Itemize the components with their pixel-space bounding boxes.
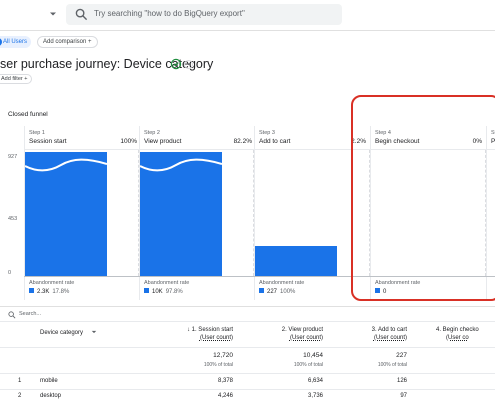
row-value-session-start: 4,246 (217, 393, 233, 399)
abandonment-rate: 17.8% (52, 289, 70, 295)
abandonment-label: Abandonment rate (259, 280, 305, 286)
column-title-text: 1. Session start (191, 327, 233, 333)
step-number: Step 3 (259, 130, 275, 136)
search-icon (75, 8, 88, 21)
funnel-step-1[interactable]: Step 1 Session start 100% Abandonment ra… (24, 126, 139, 300)
search-placeholder: Try searching "how to do BigQuery export… (94, 9, 245, 18)
add-comparison-label: Add comparison (43, 39, 87, 45)
plus-icon: + (88, 39, 92, 45)
step-name: Session start (29, 138, 67, 145)
y-tick-zero: 0 (8, 270, 12, 276)
top-bar: Try searching "how to do BigQuery export… (0, 0, 495, 30)
column-metric: (User count) (233, 334, 323, 342)
row-value-view-product: 3,736 (307, 393, 323, 399)
title-dropdown-button[interactable] (184, 60, 193, 69)
segment-chip-all-users[interactable]: All Users (0, 36, 32, 48)
step-percent: 82.2% (233, 138, 252, 145)
y-tick-mid: 453 (8, 216, 18, 222)
add-filter-label: Add filter (1, 76, 23, 82)
y-tick-max: 927 (8, 154, 18, 160)
table-search-input[interactable]: Search... (19, 311, 41, 317)
abandonment-rate: 100% (280, 289, 296, 295)
abandonment-value: 227 100% (259, 288, 295, 295)
plus-icon: + (24, 76, 28, 82)
chevron-down-icon[interactable] (48, 9, 58, 19)
abandonment-count: 10K (152, 289, 163, 295)
search-icon (8, 311, 16, 319)
column-metric: (User co (436, 334, 495, 342)
column-header-begin-checkout[interactable]: 4. Begin checko (User co (436, 326, 495, 342)
column-metric-text: (User co (446, 335, 469, 341)
abandonment-count: 227 (267, 289, 278, 295)
funnel-step-2[interactable]: Step 2 View product 82.2% Abandonment ra… (139, 126, 254, 300)
total-session-start: 12,720 (213, 352, 233, 359)
step-name: View product (144, 138, 182, 145)
row-value-add-to-cart: 126 (396, 378, 407, 384)
total-share-view-product: 100% of total (293, 362, 323, 368)
column-header-add-to-cart[interactable]: 3. Add to cart (User count) (323, 326, 407, 342)
funnel-bar[interactable] (255, 246, 337, 276)
funnel-type-label: Closed funnel (8, 111, 48, 118)
step-number: Step 2 (144, 130, 160, 136)
abandonment-label: Abandonment rate (144, 280, 190, 286)
sort-arrow-icon: ↓ (186, 327, 190, 333)
table-top-divider (0, 306, 495, 307)
column-title: 2. View product (281, 327, 323, 333)
add-comparison-button[interactable]: Add comparison + (37, 36, 98, 48)
check-circle-icon (170, 58, 182, 70)
column-title: 3. Add to cart (371, 327, 407, 333)
table-row-divider (0, 373, 495, 374)
column-title: ↓ 1. Session start (133, 326, 233, 334)
column-metric-text: (User count) (289, 335, 323, 341)
funnel-bar[interactable] (140, 152, 222, 276)
dimension-header-label: Device category (40, 330, 84, 336)
funnel-bar-wave (140, 158, 222, 172)
dimension-header[interactable]: Device category (40, 329, 97, 336)
table-row-divider (0, 389, 495, 390)
column-metric: (User count) (323, 334, 407, 342)
row-value-session-start: 8,378 (217, 378, 233, 384)
step-number: Step 1 (29, 130, 45, 136)
header-divider (0, 30, 495, 31)
legend-swatch (144, 288, 149, 293)
highlight-annotation (351, 95, 495, 301)
abandonment-value: 2.3K 17.8% (29, 288, 69, 295)
search-input[interactable]: Try searching "how to do BigQuery export… (66, 4, 342, 25)
funnel-bar[interactable] (25, 152, 107, 276)
column-title: 4. Begin checko (436, 327, 479, 333)
step-name: Add to cart (259, 138, 291, 145)
caret-down-icon (186, 63, 191, 66)
row-value-view-product: 6,634 (307, 378, 323, 384)
table-header-divider (0, 321, 495, 322)
segment-dot-icon (0, 38, 2, 46)
row-device: mobile (40, 378, 58, 384)
total-view-product: 10,454 (303, 352, 323, 359)
table-totals-divider (0, 347, 495, 348)
row-value-add-to-cart: 97 (400, 393, 407, 399)
row-device: desktop (40, 393, 62, 399)
funnel-bar-wave (25, 158, 107, 172)
row-index: 1 (18, 378, 22, 384)
abandonment-count: 2.3K (37, 289, 50, 295)
caret-down-icon (91, 330, 96, 334)
legend-swatch (259, 288, 264, 293)
total-add-to-cart: 227 (396, 352, 407, 359)
row-index: 2 (18, 393, 22, 399)
step-percent: 100% (120, 138, 137, 145)
column-metric-text: (User count) (199, 335, 233, 341)
column-header-view-product[interactable]: 2. View product (User count) (233, 326, 323, 342)
add-filter-button[interactable]: Add filter + (0, 74, 33, 84)
abandonment-value: 10K 97.8% (144, 288, 183, 295)
column-metric-text: (User count) (373, 335, 407, 341)
total-share-add-to-cart: 100% of total (377, 362, 407, 368)
abandonment-rate: 97.8% (165, 289, 183, 295)
abandonment-label: Abandonment rate (29, 280, 75, 286)
segment-label: All Users (3, 39, 28, 45)
column-header-session-start[interactable]: ↓ 1. Session start (User count) (133, 326, 233, 342)
total-share-session-start: 100% of total (203, 362, 233, 368)
column-metric: (User count) (133, 334, 233, 342)
legend-swatch (29, 288, 34, 293)
